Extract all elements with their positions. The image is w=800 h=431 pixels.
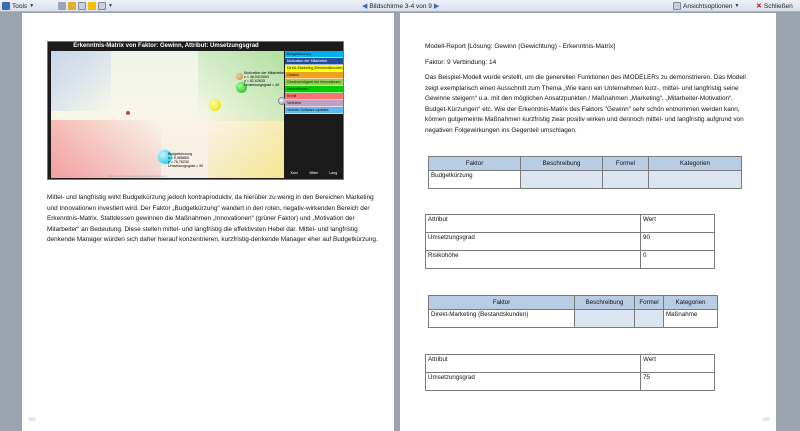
legend-item: Vertriebe — [285, 100, 343, 107]
bubble-direkt-marketing — [209, 99, 221, 111]
factor-table-2: Faktor Beschreibung Formel Kategorien Di… — [428, 295, 718, 328]
legend-item: Motivation der Mitarbeiter — [285, 58, 343, 65]
comment-icon[interactable] — [78, 2, 86, 10]
table-cell: Attribut — [425, 214, 641, 233]
table-cell — [574, 309, 635, 328]
insight-matrix-image: Erkenntnis-Matrix von Faktor: Gewinn, At… — [47, 41, 344, 180]
table-cell — [602, 170, 649, 189]
matrix-axis-note: Zeitraum der Auswirkung auf das Zielsyst… — [108, 174, 168, 178]
table-header: Faktor — [428, 156, 521, 171]
bubble-kredit — [126, 111, 130, 115]
table-cell: 75 — [640, 372, 715, 391]
next-screen-icon[interactable]: ▶ — [434, 2, 439, 10]
quick-icons: ▼ — [58, 1, 113, 11]
report-title: Modell-Report [Lösung: Gewinn (Gewichtun… — [425, 43, 616, 50]
table-cell: Maßnahme — [663, 309, 718, 328]
bubble-label-motivation: Motivation der Mitarbeiter x = 48,941006… — [244, 71, 285, 87]
table-cell: Umsetzungsgrad — [425, 372, 641, 391]
page-right: Modell-Report [Lösung: Gewinn (Gewichtun… — [400, 13, 776, 431]
legend-item: Gewinn — [285, 72, 343, 79]
close-label: Schließen — [763, 2, 793, 10]
close-button[interactable]: ✕ Schließen — [756, 1, 793, 11]
table-cell: Risikohöhe — [425, 250, 641, 269]
table-cell: Direkt-Marketing (Bestandskunden) — [428, 309, 575, 328]
view-options-label: Ansichtsoptionen — [683, 2, 733, 10]
table-header: Kategorien — [663, 295, 718, 310]
table-cell: 0 — [640, 250, 715, 269]
page-left: Erkenntnis-Matrix von Faktor: Gewinn, At… — [22, 13, 394, 431]
quadrant-red — [51, 120, 161, 178]
table-header: Beschreibung — [574, 295, 635, 310]
legend-item: Direkt-Marketing (Bestandskunden) — [285, 65, 343, 72]
bubble-label-budget: Budgetkürzung x = 9,985865 y = 76,76230 … — [168, 152, 204, 168]
page-navigator: ◀ Bildschirme 3-4 von 9 ▶ — [362, 1, 439, 11]
table-cell: Wert — [640, 354, 715, 373]
folder-icon[interactable] — [88, 2, 96, 10]
quadrant-blue — [51, 51, 111, 111]
view-options-menu[interactable]: Ansichtsoptionen ▼ — [673, 1, 739, 11]
legend-item: Budgetkürzung — [285, 51, 343, 58]
table-cell: Wert — [640, 214, 715, 233]
highlight-icon[interactable] — [68, 2, 76, 10]
chevron-down-icon: ▼ — [734, 3, 740, 9]
matrix-legend-footer: Kurz Mittel Lang — [285, 171, 343, 175]
previous-page-arrow-icon[interactable]: ⇦ — [28, 414, 36, 425]
table-cell: Attribut — [425, 354, 641, 373]
table-cell — [634, 309, 664, 328]
close-icon: ✕ — [756, 3, 762, 10]
table-cell — [520, 170, 603, 189]
report-intro: Das Beispiel-Modell wurde erstellt, um d… — [425, 74, 746, 134]
reading-toolbar: Tools ▼ ▼ ◀ Bildschirme 3-4 von 9 ▶ Ansi… — [0, 0, 800, 12]
legend-item: Geschwindigkeit bei Innovationen — [285, 79, 343, 86]
table-cell — [648, 170, 742, 189]
view-options-icon — [673, 2, 681, 10]
bubble-gewinn — [236, 73, 243, 80]
tools-menu[interactable]: Tools ▼ — [2, 1, 34, 11]
next-page-arrow-icon[interactable]: ⇨ — [762, 414, 770, 425]
report-stats: Faktor: 9 Verbindung: 14 — [425, 59, 497, 66]
chevron-down-icon[interactable]: ▼ — [108, 3, 113, 9]
previous-screen-icon[interactable]: ◀ — [362, 2, 367, 10]
legend-footer-long: Lang — [329, 171, 338, 175]
factor-table-1: Faktor Beschreibung Formel Kategorien Bu… — [428, 156, 742, 189]
table-header: Formel — [602, 156, 649, 171]
table-header: Kategorien — [648, 156, 742, 171]
legend-item: Kredit — [285, 93, 343, 100]
find-icon[interactable] — [98, 2, 106, 10]
quadrant-yellow — [208, 120, 284, 178]
thumbnails-icon[interactable] — [58, 2, 66, 10]
table-cell: 90 — [640, 232, 715, 251]
table-header: Formel — [634, 295, 664, 310]
legend-item: Vertrieb Software-updates — [285, 107, 343, 114]
left-body-text: Mittel- und langfristig wirkt Budgetkürz… — [47, 194, 378, 243]
attribute-table-1: Attribut Wert Umsetzungsgrad 90 Risikohö… — [425, 214, 715, 269]
matrix-title: Erkenntnis-Matrix von Faktor: Gewinn, At… — [73, 43, 259, 49]
table-cell: Umsetzungsgrad — [425, 232, 641, 251]
page-info: Bildschirme 3-4 von 9 — [369, 2, 432, 10]
attribute-table-2: Attribut Wert Umsetzungsgrad 75 — [425, 354, 715, 391]
legend-item: Innovationen — [285, 86, 343, 93]
tools-menu-label: Tools — [12, 2, 28, 10]
legend-footer-short: Kurz — [290, 171, 299, 175]
tools-icon — [2, 2, 10, 10]
table-cell: Budgetkürzung — [428, 170, 521, 189]
table-header: Beschreibung — [520, 156, 603, 171]
matrix-legend: Budgetkürzung Motivation der Mitarbeiter D… — [285, 51, 343, 114]
table-header: Faktor — [428, 295, 575, 310]
legend-footer-medium: Mittel — [309, 171, 318, 175]
chevron-down-icon: ▼ — [29, 3, 35, 9]
